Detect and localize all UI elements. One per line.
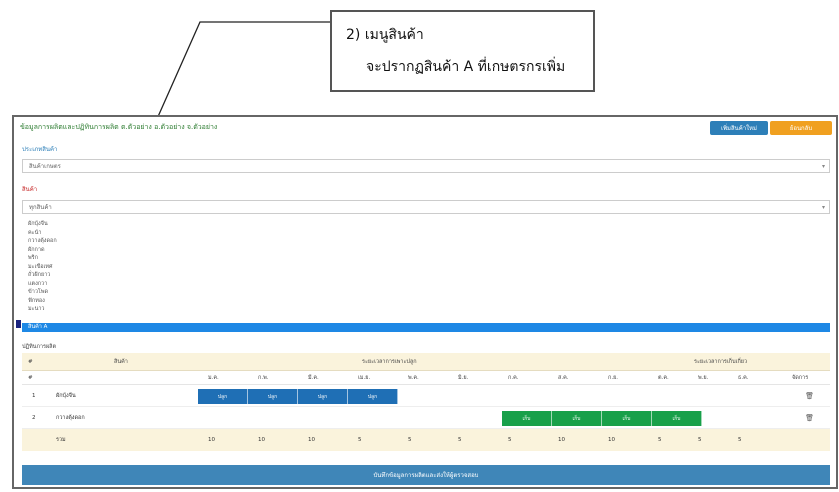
- footer-value: 5: [358, 437, 362, 443]
- dropdown-option[interactable]: ผักบุ้งจีน: [22, 220, 830, 229]
- table-header-row: # สินค้า ระยะเวลาการเพาะปลูก ระยะเวลาการ…: [22, 353, 830, 371]
- chevron-down-icon: ▾: [821, 162, 825, 170]
- footer-value: 5: [408, 437, 412, 443]
- bar-segment: เก็บ: [552, 411, 602, 426]
- app-window: ข้อมูลการผลิตและปฏิทินการผลิต ต.ตัวอย่าง…: [12, 115, 838, 489]
- footer-value: 10: [258, 437, 265, 443]
- bar-segment: เก็บ: [502, 411, 552, 426]
- month-header: ส.ค.: [558, 374, 569, 381]
- footer-value: 10: [608, 437, 615, 443]
- row-product-name: ผักบุ้งจีน: [56, 392, 76, 399]
- harvest-period-bar[interactable]: เก็บ เก็บ เก็บ เก็บ: [502, 411, 702, 426]
- footer-value: 10: [208, 437, 215, 443]
- dropdown-option[interactable]: ข้าวโพด: [22, 288, 830, 297]
- bar-segment: ปลูก: [248, 389, 298, 404]
- month-header: พ.ค.: [408, 374, 419, 381]
- dropdown-option[interactable]: แตงกวา: [22, 280, 830, 289]
- table-subheader-row: # ม.ค. ก.พ. มี.ค. เม.ย. พ.ค. มิ.ย. ก.ค. …: [22, 371, 830, 385]
- month-header: ก.พ.: [258, 374, 269, 381]
- chevron-down-icon: ▾: [821, 203, 825, 211]
- bar-segment: เก็บ: [652, 411, 702, 426]
- subheader-no: #: [28, 374, 33, 381]
- row-product-name: กวางตุ้งดอก: [56, 414, 85, 421]
- submit-button[interactable]: บันทึกข้อมูลการผลิตและส่งให้ผู้ตรวจสอบ: [22, 465, 830, 485]
- page-title: ข้อมูลการผลิตและปฏิทินการผลิต ต.ตัวอย่าง…: [20, 123, 218, 131]
- footer-value: 5: [738, 437, 742, 443]
- month-header: ธ.ค.: [738, 374, 749, 381]
- bar-segment: ปลูก: [198, 389, 248, 404]
- add-product-button[interactable]: เพิ่มสินค้าใหม่: [710, 121, 768, 135]
- dropdown-option[interactable]: มะเขือเทศ: [22, 263, 830, 272]
- mouse-cursor-icon: [16, 320, 21, 328]
- calendar-section-label: ปฏิทินการผลิต: [22, 344, 57, 350]
- bar-segment: ปลูก: [348, 389, 398, 404]
- dropdown-option[interactable]: มะนาว: [22, 305, 830, 314]
- product-select[interactable]: ทุกสินค้า ▾: [22, 200, 830, 214]
- trash-icon[interactable]: 🗑: [805, 414, 814, 422]
- footer-value: 5: [658, 437, 662, 443]
- dropdown-option-selected[interactable]: สินค้า A: [22, 323, 830, 332]
- back-button[interactable]: ย้อนกลับ: [770, 121, 832, 135]
- dropdown-option[interactable]: ผักกาด: [22, 246, 830, 255]
- month-header: ก.ย.: [608, 374, 619, 381]
- dropdown-option[interactable]: พริก: [22, 254, 830, 263]
- table-row: 1 ผักบุ้งจีน ปลูก ปลูก ปลูก ปลูก 🗑: [22, 385, 830, 407]
- dropdown-option[interactable]: ฟักทอง: [22, 297, 830, 306]
- footer-value: 10: [308, 437, 315, 443]
- month-header: มิ.ย.: [458, 374, 469, 381]
- product-type-label: ประเภทสินค้า: [22, 146, 58, 153]
- table-row: 2 กวางตุ้งดอก เก็บ เก็บ เก็บ เก็บ 🗑: [22, 407, 830, 429]
- column-header-product: สินค้า: [114, 358, 128, 365]
- production-calendar-table: # สินค้า ระยะเวลาการเพาะปลูก ระยะเวลาการ…: [22, 353, 830, 451]
- column-header-planting: ระยะเวลาการเพาะปลูก: [362, 358, 417, 365]
- column-header-harvest: ระยะเวลาการเก็บเกี่ยว: [694, 358, 748, 365]
- row-number: 2: [32, 414, 36, 421]
- dropdown-option[interactable]: ถั่วฝักยาว: [22, 271, 830, 280]
- month-header: ต.ค.: [658, 374, 669, 381]
- table-footer-row: รวม 10 10 10 5 5 5 5 10 10 5 5 5: [22, 429, 830, 451]
- dropdown-option[interactable]: กวางตุ้งดอก: [22, 237, 830, 246]
- month-header: ก.ค.: [508, 374, 519, 381]
- product-type-value: สินค้าเกษตร: [29, 163, 61, 170]
- annotation-callout: 2) เมนูสินค้า จะปรากฏสินค้า A ที่เกษตรกร…: [330, 10, 595, 92]
- callout-step-description: จะปรากฏสินค้า A ที่เกษตรกรเพิ่ม: [366, 59, 566, 75]
- row-number: 1: [32, 392, 36, 399]
- footer-value: 5: [508, 437, 512, 443]
- month-header: เม.ย.: [358, 374, 371, 381]
- product-dropdown-list: ผักบุ้งจีน คะน้า กวางตุ้งดอก ผักกาด พริก…: [22, 220, 830, 332]
- product-label: สินค้า: [22, 186, 38, 193]
- month-header: มี.ค.: [308, 374, 319, 381]
- product-type-select[interactable]: สินค้าเกษตร ▾: [22, 159, 830, 173]
- footer-value: 10: [558, 437, 565, 443]
- product-select-value: ทุกสินค้า: [29, 204, 52, 211]
- footer-value: 5: [458, 437, 462, 443]
- callout-step-title: 2) เมนูสินค้า: [346, 27, 424, 43]
- trash-icon[interactable]: 🗑: [805, 392, 814, 400]
- bar-segment: ปลูก: [298, 389, 348, 404]
- month-header: ม.ค.: [208, 374, 219, 381]
- footer-value: 5: [698, 437, 702, 443]
- month-header: พ.ย.: [698, 374, 709, 381]
- column-header-no: #: [28, 358, 33, 365]
- subheader-action: จัดการ: [792, 374, 809, 381]
- planting-period-bar[interactable]: ปลูก ปลูก ปลูก ปลูก: [198, 389, 398, 404]
- bar-segment: เก็บ: [602, 411, 652, 426]
- dropdown-option[interactable]: คะน้า: [22, 229, 830, 238]
- footer-label: รวม: [56, 437, 66, 443]
